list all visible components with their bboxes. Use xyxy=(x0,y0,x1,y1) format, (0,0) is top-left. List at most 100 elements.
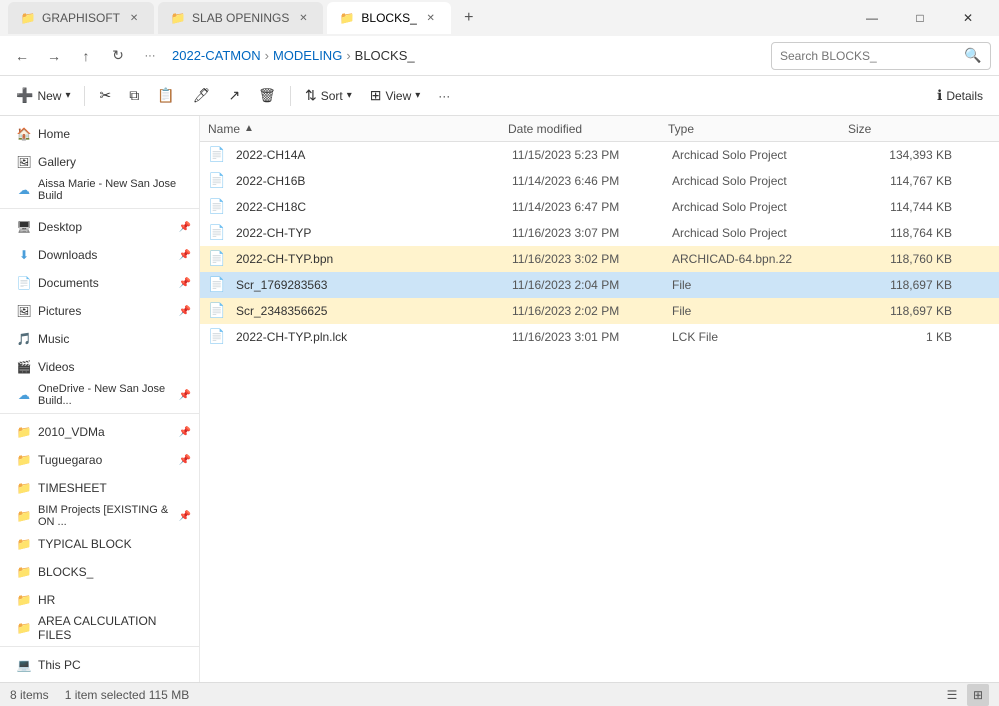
cut-button[interactable]: ✂ xyxy=(91,81,119,111)
file-icon: 📄 xyxy=(208,198,226,216)
col-type-header[interactable]: Type xyxy=(668,122,848,136)
sidebar-item-hr[interactable]: 📁 HR xyxy=(0,586,199,614)
file-size-cell: 134,393 KB xyxy=(852,148,952,162)
table-row[interactable]: 📄 2022-CH-TYP.bpn 11/16/2023 3:02 PM ARC… xyxy=(200,246,999,272)
details-button[interactable]: ℹ Details xyxy=(929,81,991,111)
file-name-label: Scr_1769283563 xyxy=(236,278,512,292)
view-chevron: ▾ xyxy=(415,90,420,101)
paste-button[interactable]: 📋 xyxy=(149,81,182,111)
tab-slab-openings[interactable]: 📁 SLAB OPENINGS ✕ xyxy=(158,2,323,34)
folder-area-calc-icon: 📁 xyxy=(16,620,32,636)
sidebar-divider-2 xyxy=(0,413,199,414)
tab-blocks-close[interactable]: ✕ xyxy=(423,10,439,26)
file-size-cell: 114,744 KB xyxy=(852,200,952,214)
refresh-button[interactable]: ↻ xyxy=(104,42,132,70)
tab-graphisoft-close[interactable]: ✕ xyxy=(126,10,142,26)
file-type-cell: Archicad Solo Project xyxy=(672,200,852,214)
list-view-button[interactable]: ☰ xyxy=(941,684,963,706)
sidebar-item-typical-block[interactable]: 📁 TYPICAL BLOCK xyxy=(0,530,199,558)
sidebar-music-label: Music xyxy=(38,332,69,346)
file-size-cell: 118,697 KB xyxy=(852,304,952,318)
close-button[interactable]: ✕ xyxy=(945,2,991,34)
sidebar-item-bim-projects[interactable]: 📁 BIM Projects [EXISTING & ON ... 📌 xyxy=(0,502,199,530)
delete-button[interactable]: 🗑 xyxy=(250,81,284,111)
new-button[interactable]: ➕ New ▾ xyxy=(8,81,78,111)
view-button[interactable]: ⊞ View ▾ xyxy=(362,81,429,111)
search-input[interactable] xyxy=(780,49,960,63)
breadcrumb-blocks[interactable]: BLOCKS_ xyxy=(355,48,415,63)
table-row[interactable]: 📄 Scr_2348356625 11/16/2023 2:02 PM File… xyxy=(200,298,999,324)
sidebar-item-documents[interactable]: 📄 Documents 📌 xyxy=(0,269,199,297)
sidebar-item-downloads[interactable]: ⬇ Downloads 📌 xyxy=(0,241,199,269)
maximize-button[interactable]: □ xyxy=(897,2,943,34)
rename-button[interactable]: 🖊 xyxy=(185,81,219,111)
search-box[interactable]: 🔍 xyxy=(771,42,991,70)
col-name-header[interactable]: Name ▲ xyxy=(208,122,508,136)
file-name-label: 2022-CH14A xyxy=(236,148,512,162)
sidebar-this-pc-label: This PC xyxy=(38,658,81,672)
tab-blocks[interactable]: 📁 BLOCKS_ ✕ xyxy=(327,2,450,34)
sort-icon: ⇅ xyxy=(305,87,317,104)
table-row[interactable]: 📄 2022-CH-TYP 11/16/2023 3:07 PM Archica… xyxy=(200,220,999,246)
sidebar-item-videos[interactable]: 🎬 Videos xyxy=(0,353,199,381)
onedrive-icon: ☁ xyxy=(16,387,32,403)
folder-hr-icon: 📁 xyxy=(16,592,32,608)
breadcrumb-2022-catmon[interactable]: 2022-CATMON xyxy=(172,48,261,63)
tab-graphisoft[interactable]: 📁 GRAPHISOFT ✕ xyxy=(8,2,154,34)
copy-button[interactable]: ⧉ xyxy=(121,81,147,111)
sidebar-item-blocks[interactable]: 📁 BLOCKS_ xyxy=(0,558,199,586)
share-button[interactable]: ↗ xyxy=(220,81,248,111)
sidebar-item-tuguegarao[interactable]: 📁 Tuguegarao 📌 xyxy=(0,446,199,474)
sidebar-item-aissa-marie[interactable]: ☁ Aissa Marie - New San Jose Build xyxy=(0,176,199,204)
tab-slab-openings-close[interactable]: ✕ xyxy=(295,10,311,26)
sidebar-item-area-calc[interactable]: 📁 AREA CALCULATION FILES xyxy=(0,614,199,642)
table-row[interactable]: 📄 2022-CH14A 11/15/2023 5:23 PM Archicad… xyxy=(200,142,999,168)
table-row[interactable]: 📄 2022-CH-TYP.pln.lck 11/16/2023 3:01 PM… xyxy=(200,324,999,350)
sort-button[interactable]: ⇅ Sort ▾ xyxy=(297,81,360,111)
detail-view-button[interactable]: ⊞ xyxy=(967,684,989,706)
bim-projects-pin-icon: 📌 xyxy=(179,511,191,522)
table-row[interactable]: 📄 2022-CH16B 11/14/2023 6:46 PM Archicad… xyxy=(200,168,999,194)
home-icon: 🏠 xyxy=(16,126,32,142)
file-name-label: 2022-CH18C xyxy=(236,200,512,214)
onedrive-pin-icon: 📌 xyxy=(179,390,191,401)
file-icon: 📄 xyxy=(208,302,226,320)
back-button[interactable]: ← xyxy=(8,42,36,70)
sidebar-item-onedrive[interactable]: ☁ OneDrive - New San Jose Build... 📌 xyxy=(0,381,199,409)
sidebar-item-desktop[interactable]: 🖥 Desktop 📌 xyxy=(0,213,199,241)
sidebar-item-timesheet[interactable]: 📁 TIMESHEET xyxy=(0,474,199,502)
sidebar-item-2010-vdma[interactable]: 📁 2010_VDMa 📌 xyxy=(0,418,199,446)
sidebar-item-home[interactable]: 🏠 Home xyxy=(0,120,199,148)
new-tab-button[interactable]: + xyxy=(455,4,483,32)
forward-button[interactable]: → xyxy=(40,42,68,70)
file-icon: 📄 xyxy=(208,250,226,268)
cut-icon: ✂ xyxy=(99,87,111,104)
search-icon[interactable]: 🔍 xyxy=(964,47,981,64)
col-size-header[interactable]: Size xyxy=(848,122,948,136)
file-date-cell: 11/16/2023 3:07 PM xyxy=(512,226,672,240)
minimize-button[interactable]: — xyxy=(849,2,895,34)
table-row[interactable]: 📄 Scr_1769283563 11/16/2023 2:04 PM File… xyxy=(200,272,999,298)
sidebar-divider-1 xyxy=(0,208,199,209)
sidebar-item-this-pc[interactable]: 💻 This PC xyxy=(0,651,199,679)
tab-blocks-icon: 📁 xyxy=(339,10,355,26)
sidebar-item-pictures[interactable]: 🖼 Pictures 📌 xyxy=(0,297,199,325)
this-pc-icon: 💻 xyxy=(16,657,32,673)
file-type-cell: LCK File xyxy=(672,330,852,344)
file-type-cell: Archicad Solo Project xyxy=(672,226,852,240)
sidebar-item-local-disk[interactable]: 💾 Local Disk (C:) xyxy=(0,679,199,682)
sidebar-item-music[interactable]: 🎵 Music xyxy=(0,325,199,353)
table-row[interactable]: 📄 2022-CH18C 11/14/2023 6:47 PM Archicad… xyxy=(200,194,999,220)
breadcrumb-modeling[interactable]: MODELING xyxy=(273,48,342,63)
col-date-header[interactable]: Date modified xyxy=(508,122,668,136)
titlebar: 📁 GRAPHISOFT ✕ 📁 SLAB OPENINGS ✕ 📁 BLOCK… xyxy=(0,0,999,36)
more-button[interactable]: ··· xyxy=(430,81,458,111)
sidebar-item-gallery[interactable]: 🖼 Gallery xyxy=(0,148,199,176)
up-button[interactable]: ↑ xyxy=(72,42,100,70)
file-name-cell: 📄 2022-CH14A xyxy=(208,146,512,164)
new-chevron: ▾ xyxy=(65,90,70,101)
file-date-cell: 11/15/2023 5:23 PM xyxy=(512,148,672,162)
location-more[interactable]: ··· xyxy=(136,42,164,70)
tab-blocks-label: BLOCKS_ xyxy=(361,11,416,25)
file-name-label: 2022-CH-TYP.pln.lck xyxy=(236,330,512,344)
